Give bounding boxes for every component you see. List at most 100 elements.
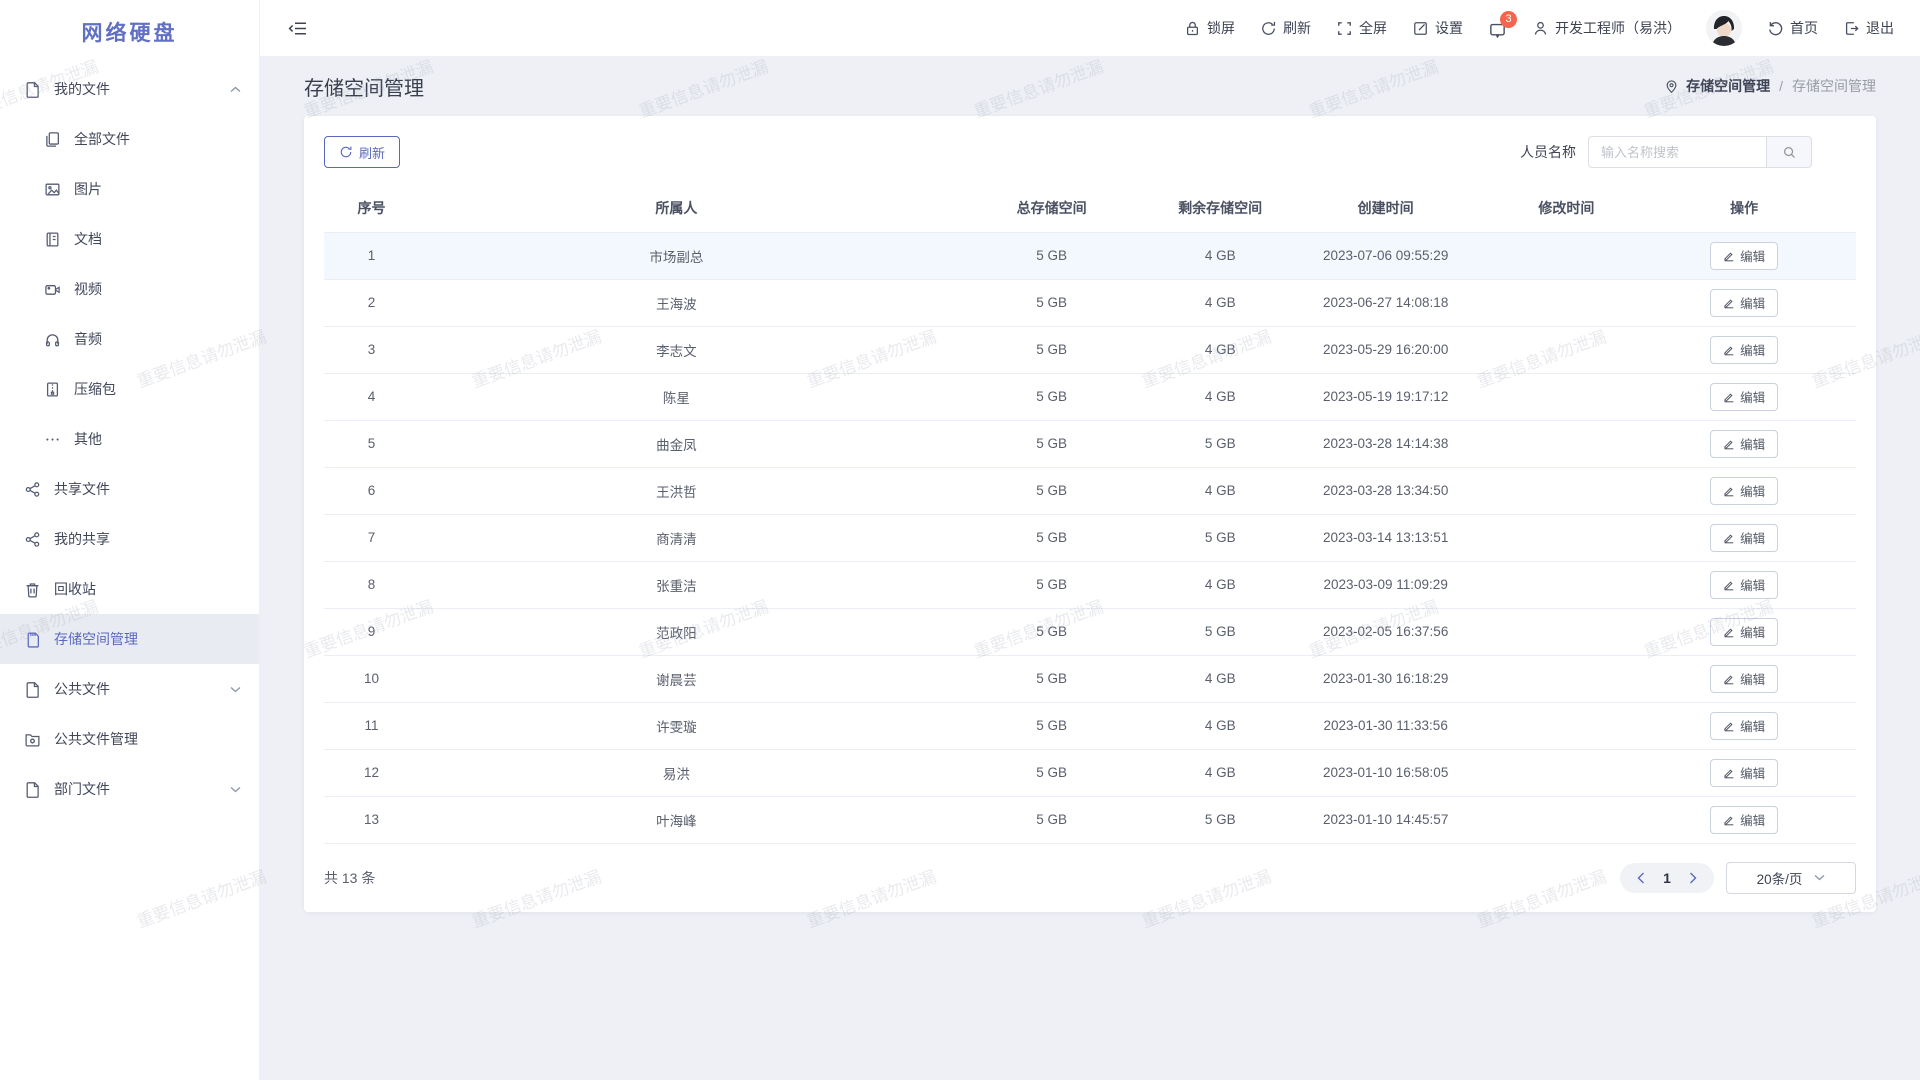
file-icon (24, 781, 41, 798)
fullscreen-button[interactable]: 全屏 (1336, 18, 1387, 38)
edit-button[interactable]: 编辑 (1710, 524, 1778, 552)
search-input[interactable] (1588, 136, 1766, 168)
cell-actions: 编辑 (1632, 326, 1856, 373)
edit-button[interactable]: 编辑 (1710, 806, 1778, 834)
cell-modified (1501, 796, 1633, 843)
refresh-page-button[interactable]: 刷新 (1260, 18, 1311, 38)
edit-button-label: 编辑 (1740, 340, 1765, 359)
cell-modified (1501, 749, 1633, 796)
col-header-actions: 操作 (1632, 184, 1856, 232)
sidebar-item-storage-management[interactable]: 存储空间管理 (0, 614, 259, 664)
table-refresh-button[interactable]: 刷新 (324, 136, 400, 168)
breadcrumb-root-label: 存储空间管理 (1686, 76, 1770, 96)
edit-button[interactable]: 编辑 (1710, 665, 1778, 693)
cell-modified (1501, 655, 1633, 702)
cell-no: 7 (324, 514, 419, 561)
edit-button[interactable]: 编辑 (1710, 618, 1778, 646)
lock-screen-button[interactable]: 锁屏 (1184, 18, 1235, 38)
settings-icon (1412, 20, 1429, 37)
edit-button[interactable]: 编辑 (1710, 289, 1778, 317)
sidebar-item-audio[interactable]: 音频 (0, 314, 259, 364)
sidebar-item-public-files[interactable]: 公共文件 (0, 664, 259, 714)
cell-free: 4 GB (1170, 561, 1271, 608)
edit-pencil-icon (1723, 767, 1735, 779)
ellipsis-icon (44, 431, 61, 448)
table-row: 3 李志文 5 GB 4 GB 2023-05-29 16:20:00 编辑 (324, 326, 1856, 373)
pager: 1 (1620, 863, 1714, 893)
sidebar: 网络硬盘 我的文件 全部文件 图片 文档 视频 (0, 0, 260, 1080)
cell-total: 5 GB (934, 279, 1170, 326)
edit-button[interactable]: 编辑 (1710, 383, 1778, 411)
current-page[interactable]: 1 (1654, 870, 1680, 886)
chevron-down-icon (230, 686, 241, 693)
cell-actions: 编辑 (1632, 232, 1856, 279)
sidebar-collapse-icon[interactable] (288, 20, 307, 37)
edit-button[interactable]: 编辑 (1710, 430, 1778, 458)
edit-button[interactable]: 编辑 (1710, 336, 1778, 364)
cell-owner: 曲金凤 (419, 420, 934, 467)
edit-button[interactable]: 编辑 (1710, 477, 1778, 505)
cell-total: 5 GB (934, 373, 1170, 420)
sidebar-item-images[interactable]: 图片 (0, 164, 259, 214)
search-button[interactable] (1766, 136, 1812, 168)
table-row: 5 曲金凤 5 GB 5 GB 2023-03-28 14:14:38 编辑 (324, 420, 1856, 467)
col-header-created: 创建时间 (1271, 184, 1501, 232)
edit-button[interactable]: 编辑 (1710, 242, 1778, 270)
fullscreen-label: 全屏 (1359, 18, 1387, 38)
edit-button[interactable]: 编辑 (1710, 712, 1778, 740)
sidebar-item-all-files[interactable]: 全部文件 (0, 114, 259, 164)
sidebar-item-department-files[interactable]: 部门文件 (0, 764, 259, 814)
cell-owner: 王海波 (419, 279, 934, 326)
sidebar-item-recycle-bin[interactable]: 回收站 (0, 564, 259, 614)
cell-total: 5 GB (934, 514, 1170, 561)
edit-button[interactable]: 编辑 (1710, 759, 1778, 787)
cell-actions: 编辑 (1632, 702, 1856, 749)
notifications-button[interactable]: 3 (1488, 17, 1507, 40)
cell-actions: 编辑 (1632, 561, 1856, 608)
files-icon (44, 131, 61, 148)
sidebar-item-label: 存储空间管理 (54, 629, 138, 649)
card-footer: 共 13 条 1 20条/页 (324, 844, 1856, 912)
table-row: 11 许雯璇 5 GB 4 GB 2023-01-30 11:33:56 编辑 (324, 702, 1856, 749)
sidebar-item-others[interactable]: 其他 (0, 414, 259, 464)
cell-owner: 谢晨芸 (419, 655, 934, 702)
edit-pencil-icon (1723, 579, 1735, 591)
cell-free: 4 GB (1170, 232, 1271, 279)
logout-button[interactable]: 退出 (1843, 18, 1894, 38)
search-label: 人员名称 (1520, 142, 1576, 162)
user-menu[interactable]: 开发工程师（易洪） (1532, 18, 1681, 38)
archive-icon (44, 381, 61, 398)
avatar[interactable] (1706, 10, 1742, 46)
sidebar-item-public-file-management[interactable]: 公共文件管理 (0, 714, 259, 764)
cell-owner: 易洪 (419, 749, 934, 796)
sidebar-item-videos[interactable]: 视频 (0, 264, 259, 314)
next-page-button[interactable] (1680, 872, 1706, 884)
prev-page-button[interactable] (1628, 872, 1654, 884)
cell-no: 2 (324, 279, 419, 326)
cell-no: 13 (324, 796, 419, 843)
edit-button[interactable]: 编辑 (1710, 571, 1778, 599)
cell-created: 2023-03-09 11:09:29 (1271, 561, 1501, 608)
home-button[interactable]: 首页 (1767, 18, 1818, 38)
cell-created: 2023-01-10 14:45:57 (1271, 796, 1501, 843)
sidebar-item-documents[interactable]: 文档 (0, 214, 259, 264)
cell-no: 5 (324, 420, 419, 467)
cell-owner: 叶海峰 (419, 796, 934, 843)
cell-free: 4 GB (1170, 373, 1271, 420)
document-icon (44, 231, 61, 248)
cell-created: 2023-05-29 16:20:00 (1271, 326, 1501, 373)
sidebar-item-my-files[interactable]: 我的文件 (0, 64, 259, 114)
search-group: 人员名称 (1520, 136, 1812, 168)
breadcrumb: 存储空间管理 / 存储空间管理 (1664, 76, 1876, 96)
sidebar-item-archives[interactable]: 压缩包 (0, 364, 259, 414)
edit-button-label: 编辑 (1740, 293, 1765, 312)
edit-pencil-icon (1723, 344, 1735, 356)
cell-owner: 王洪哲 (419, 467, 934, 514)
page-size-select[interactable]: 20条/页 (1726, 862, 1856, 894)
cell-created: 2023-01-30 16:18:29 (1271, 655, 1501, 702)
lock-icon (1184, 20, 1201, 37)
sidebar-item-shared-files[interactable]: 共享文件 (0, 464, 259, 514)
breadcrumb-root[interactable]: 存储空间管理 (1664, 76, 1770, 96)
settings-button[interactable]: 设置 (1412, 18, 1463, 38)
sidebar-item-my-shares[interactable]: 我的共享 (0, 514, 259, 564)
